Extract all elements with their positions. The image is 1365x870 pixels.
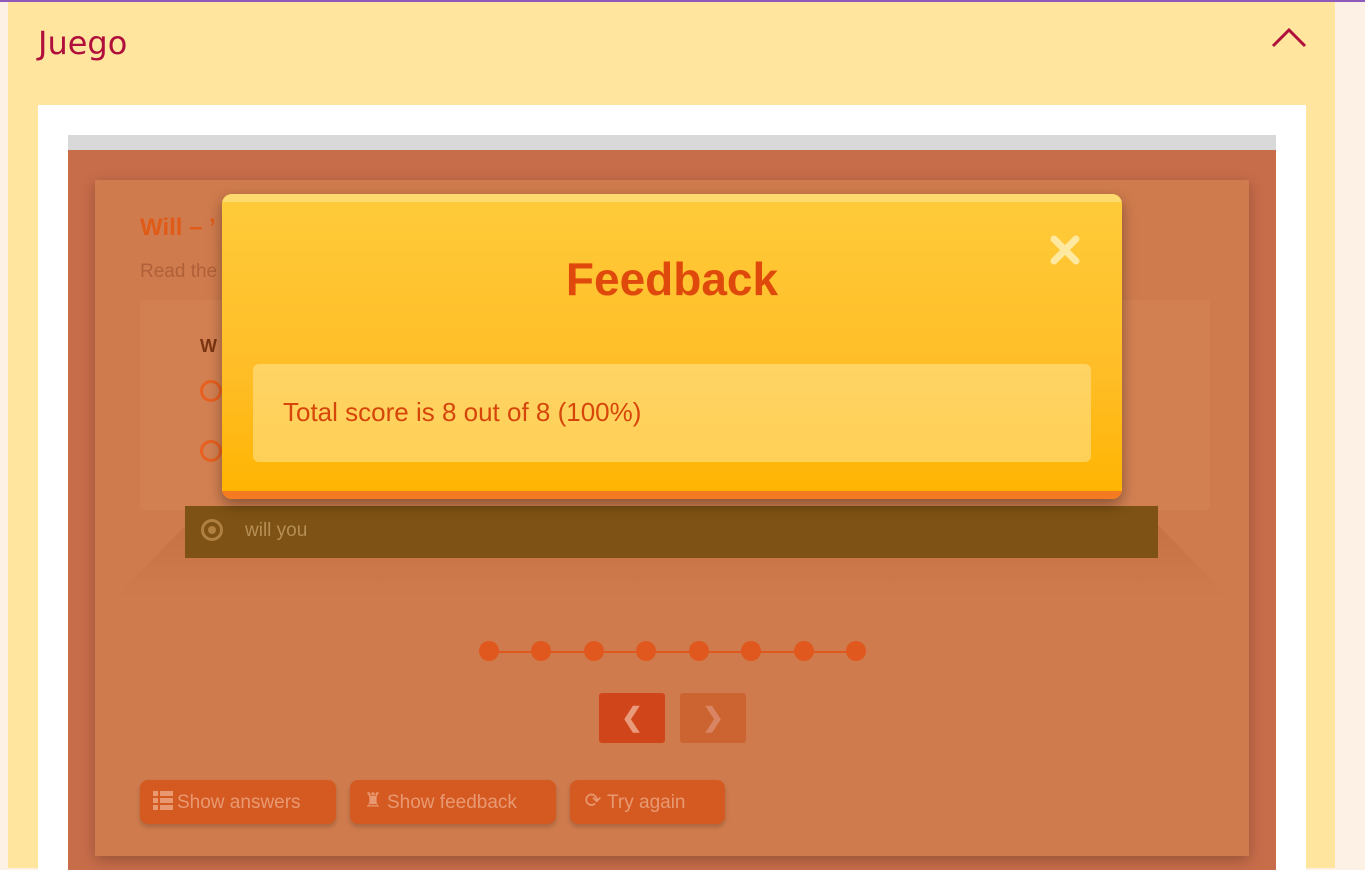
- show-feedback-label: Show feedback: [387, 792, 517, 813]
- refresh-icon: ⟳: [584, 790, 602, 812]
- try-again-label: Try again: [607, 792, 686, 813]
- show-answers-button[interactable]: Show answers: [140, 780, 336, 824]
- frame-header-bar: [68, 135, 1276, 150]
- answer-label: will you: [245, 520, 308, 541]
- show-answers-label: Show answers: [177, 792, 301, 813]
- progress-dots: [479, 641, 866, 663]
- chevron-right-icon: ❯: [702, 702, 724, 732]
- question-title: Will – ’: [140, 214, 216, 241]
- rook-icon: ♜: [364, 790, 382, 812]
- chevron-left-icon: ❮: [621, 702, 643, 732]
- close-icon[interactable]: [1045, 230, 1085, 270]
- progress-dot[interactable]: [689, 641, 709, 661]
- answer-radio-2[interactable]: [200, 440, 222, 462]
- answer-selected[interactable]: will you: [185, 506, 1158, 558]
- dialog-title: Feedback: [565, 253, 779, 305]
- dialog-message-box: Total score is 8 out of 8 (100%): [253, 364, 1091, 462]
- progress-dot[interactable]: [741, 641, 761, 661]
- list-icon: [152, 790, 174, 812]
- answer-radio-1[interactable]: [200, 380, 222, 402]
- panel-title: Juego: [38, 24, 128, 62]
- answer-radio-selected[interactable]: [201, 519, 223, 541]
- chevron-up-icon[interactable]: [1270, 22, 1308, 52]
- progress-dot[interactable]: [846, 641, 866, 661]
- progress-dot[interactable]: [636, 641, 656, 661]
- progress-dot[interactable]: [531, 641, 551, 661]
- try-again-button[interactable]: ⟳ Try again: [570, 780, 725, 824]
- question-intro: Read the: [140, 261, 218, 282]
- dialog-top-edge: [222, 194, 1122, 202]
- show-feedback-button[interactable]: ♜ Show feedback: [350, 780, 556, 824]
- question-text: W: [200, 336, 217, 356]
- progress-dot[interactable]: [479, 641, 499, 661]
- progress-dot[interactable]: [794, 641, 814, 661]
- progress-dot[interactable]: [584, 641, 604, 661]
- dialog-bottom-edge: [222, 491, 1122, 499]
- previous-button[interactable]: ❮: [599, 693, 665, 743]
- feedback-dialog: Feedback Total score is 8 out of 8 (100%…: [222, 194, 1122, 499]
- next-button[interactable]: ❯: [680, 693, 746, 743]
- dialog-message: Total score is 8 out of 8 (100%): [283, 397, 642, 427]
